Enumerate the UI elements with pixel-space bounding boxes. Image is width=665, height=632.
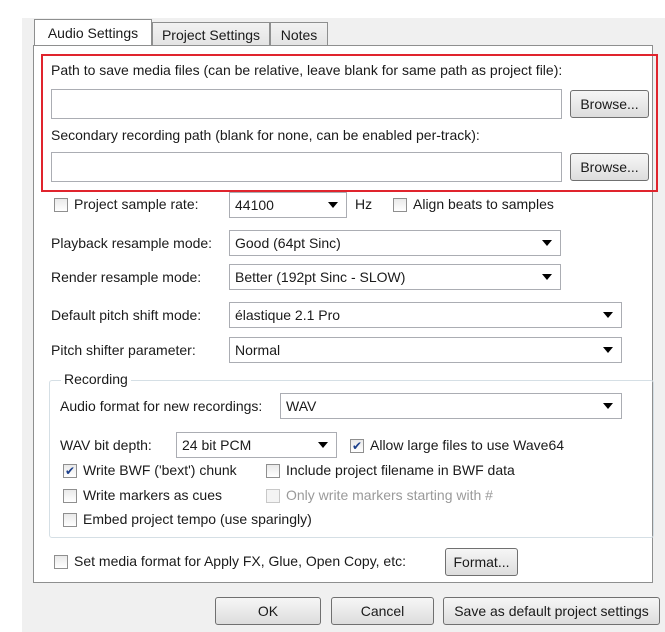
- only-markers-checkbox[interactable]: [266, 489, 280, 503]
- chevron-down-icon: [603, 403, 613, 409]
- align-beats-checkbox[interactable]: [393, 198, 407, 212]
- sample-rate-combo[interactable]: 44100: [229, 192, 347, 218]
- playback-resample-label: Playback resample mode:: [51, 235, 213, 251]
- tab-project-settings[interactable]: Project Settings: [152, 22, 270, 46]
- render-resample-label: Render resample mode:: [51, 269, 202, 285]
- chevron-down-icon: [318, 442, 328, 448]
- embed-tempo-label: Embed project tempo (use sparingly): [83, 511, 312, 527]
- pitch-shift-label: Default pitch shift mode:: [51, 307, 202, 323]
- pitch-shift-combo[interactable]: élastique 2.1 Pro: [229, 302, 622, 328]
- align-beats-label: Align beats to samples: [413, 196, 554, 212]
- bwf-label: Write BWF ('bext') chunk: [83, 462, 237, 478]
- chevron-down-icon: [542, 274, 552, 280]
- chevron-down-icon: [603, 312, 613, 318]
- format-label: Format...: [453, 554, 510, 570]
- only-markers-label: Only write markers starting with #: [286, 487, 493, 503]
- tab-label: Notes: [280, 26, 318, 43]
- top-strip: [0, 0, 665, 18]
- media-format-checkbox[interactable]: [54, 555, 68, 569]
- markers-cues-checkbox[interactable]: [63, 489, 77, 503]
- chevron-down-icon: [542, 240, 552, 246]
- check-icon: ✔: [351, 439, 363, 453]
- check-icon: ✔: [64, 464, 76, 478]
- bit-depth-combo[interactable]: 24 bit PCM: [176, 432, 337, 458]
- render-resample-value: Better (192pt Sinc - SLOW): [235, 269, 406, 285]
- include-filename-checkbox[interactable]: [266, 464, 280, 478]
- chevron-down-icon: [603, 347, 613, 353]
- bit-depth-value: 24 bit PCM: [182, 437, 252, 453]
- markers-cues-label: Write markers as cues: [83, 487, 222, 503]
- pitch-param-value: Normal: [235, 342, 281, 358]
- sample-rate-label: Project sample rate:: [74, 196, 199, 212]
- left-strip: [0, 0, 22, 632]
- sample-rate-value: 44100: [235, 197, 274, 213]
- secondary-path-input[interactable]: [51, 152, 562, 182]
- sample-rate-unit: Hz: [355, 196, 373, 212]
- wave64-checkbox[interactable]: ✔: [350, 439, 364, 453]
- recording-format-combo[interactable]: WAV: [280, 393, 622, 419]
- recording-format-label: Audio format for new recordings:: [60, 398, 263, 414]
- media-path-browse-button[interactable]: Browse...: [570, 90, 649, 118]
- secondary-path-label: Secondary recording path (blank for none…: [51, 127, 480, 143]
- sample-rate-checkbox[interactable]: [54, 198, 68, 212]
- pitch-shift-value: élastique 2.1 Pro: [235, 307, 341, 323]
- recording-group-title: Recording: [61, 371, 131, 387]
- save-default-label: Save as default project settings: [454, 603, 649, 619]
- format-button[interactable]: Format...: [445, 548, 518, 576]
- ok-button[interactable]: OK: [215, 597, 321, 625]
- playback-resample-value: Good (64pt Sinc): [235, 235, 341, 251]
- tab-audio-settings[interactable]: Audio Settings: [34, 19, 152, 45]
- tab-label: Audio Settings: [47, 24, 139, 41]
- pitch-param-combo[interactable]: Normal: [229, 337, 622, 363]
- render-resample-combo[interactable]: Better (192pt Sinc - SLOW): [229, 264, 561, 290]
- ok-label: OK: [257, 603, 279, 619]
- tab-notes[interactable]: Notes: [270, 22, 328, 46]
- wave64-label: Allow large files to use Wave64: [370, 437, 565, 453]
- media-format-label: Set media format for Apply FX, Glue, Ope…: [74, 553, 407, 569]
- playback-resample-combo[interactable]: Good (64pt Sinc): [229, 230, 561, 256]
- media-path-label: Path to save media files (can be relativ…: [51, 62, 563, 78]
- recording-format-value: WAV: [286, 398, 317, 414]
- pitch-param-label: Pitch shifter parameter:: [51, 342, 196, 358]
- bit-depth-label: WAV bit depth:: [60, 437, 152, 453]
- tab-label: Project Settings: [161, 26, 261, 43]
- save-default-button[interactable]: Save as default project settings: [443, 597, 660, 625]
- secondary-path-browse-button[interactable]: Browse...: [570, 153, 649, 181]
- include-filename-label: Include project filename in BWF data: [286, 462, 515, 478]
- bwf-checkbox[interactable]: ✔: [63, 464, 77, 478]
- browse-label: Browse...: [580, 159, 639, 175]
- cancel-label: Cancel: [360, 603, 405, 619]
- media-path-input[interactable]: [51, 89, 562, 119]
- browse-label: Browse...: [580, 96, 639, 112]
- embed-tempo-checkbox[interactable]: [63, 513, 77, 527]
- cancel-button[interactable]: Cancel: [331, 597, 434, 625]
- chevron-down-icon: [328, 202, 338, 208]
